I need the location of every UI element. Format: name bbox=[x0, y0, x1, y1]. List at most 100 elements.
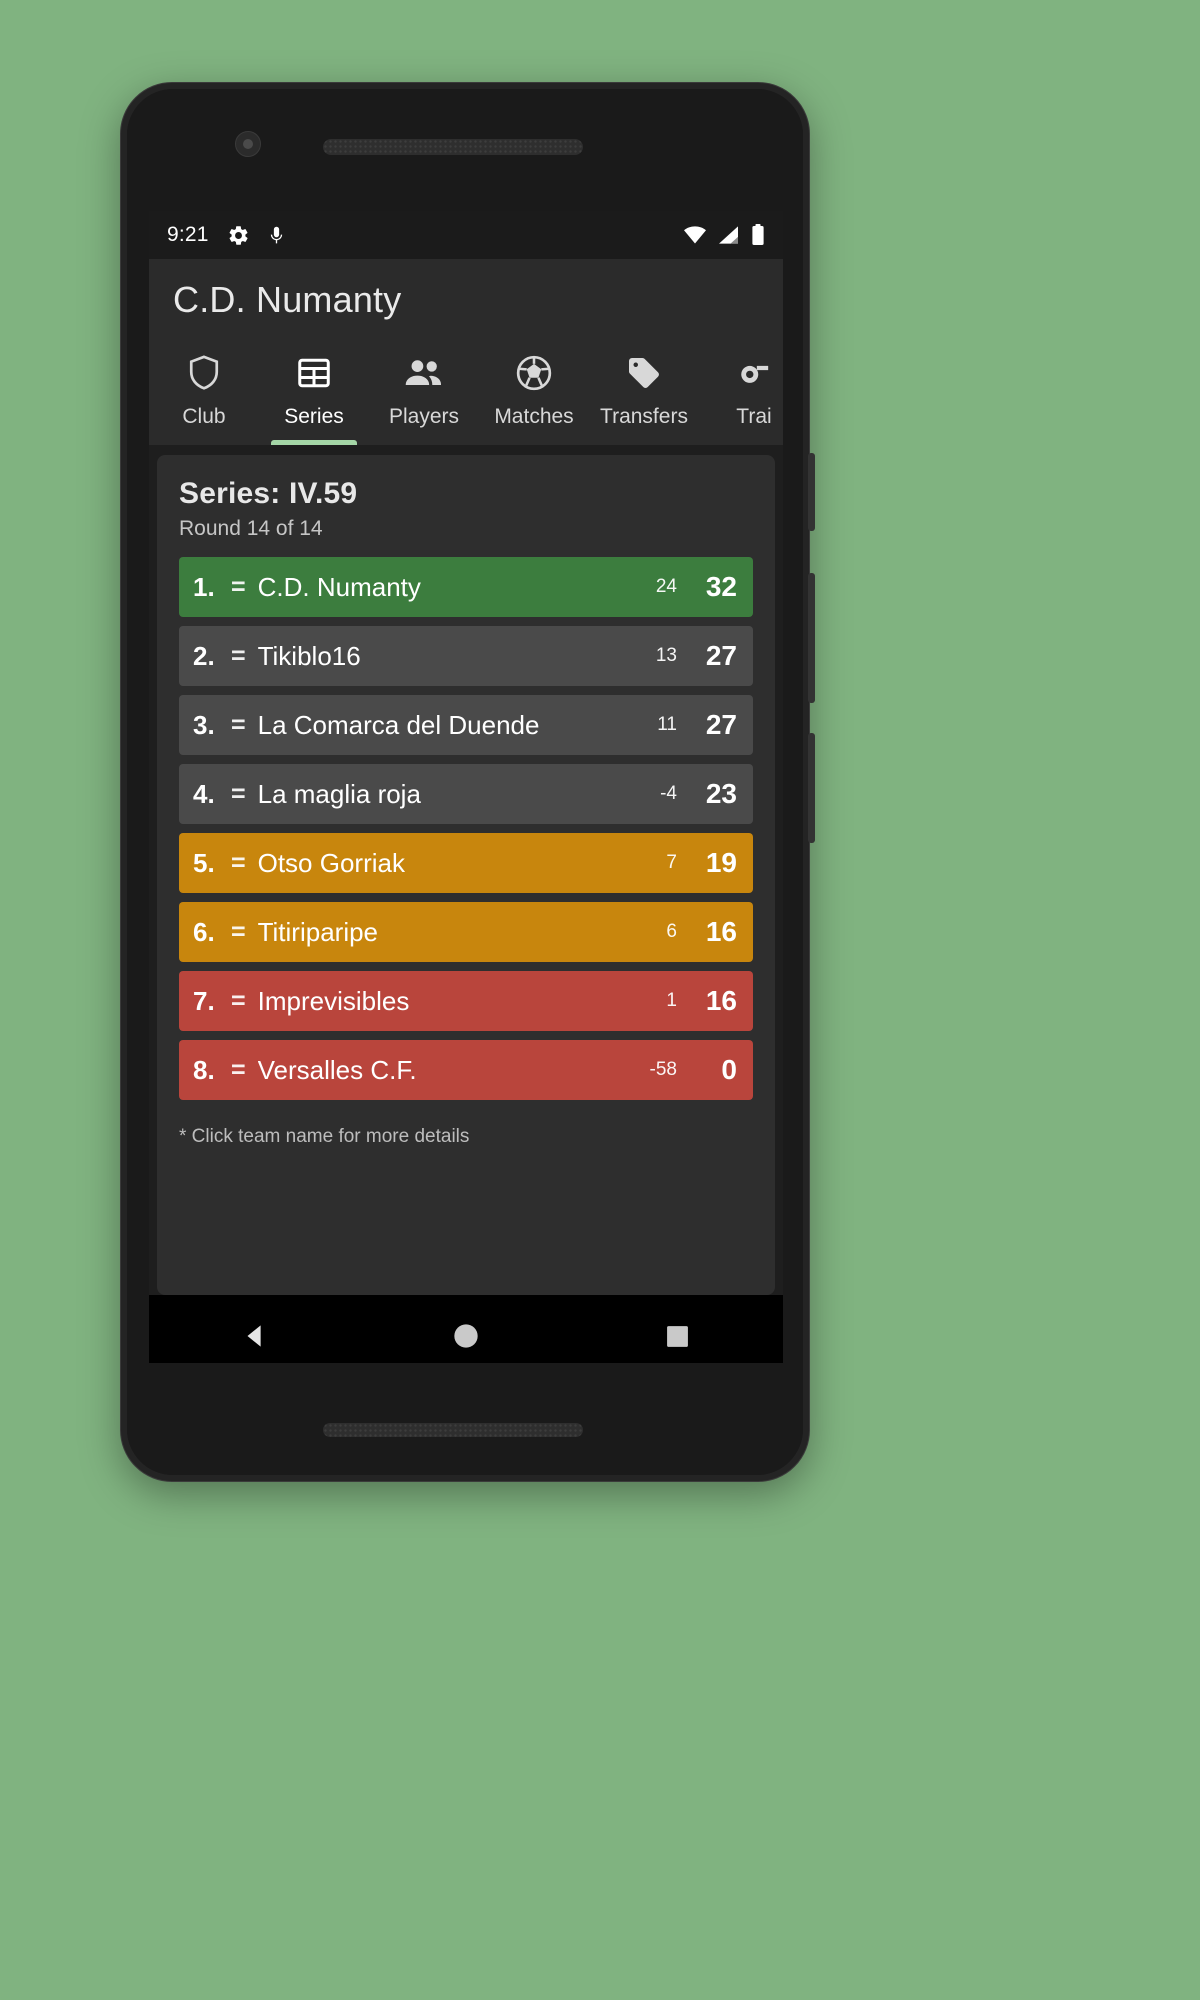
standings-card: Series: IV.59 Round 14 of 14 1. = C.D. Num… bbox=[157, 455, 775, 1295]
tab-players[interactable]: Players bbox=[369, 337, 479, 445]
tab-transfers[interactable]: Transfers bbox=[589, 337, 699, 445]
tab-label-club: Club bbox=[182, 405, 226, 428]
tag-icon bbox=[626, 352, 662, 394]
tab-label-series: Series bbox=[284, 405, 344, 428]
standings-goal-difference: 6 bbox=[666, 921, 677, 942]
microphone-icon bbox=[266, 224, 287, 247]
soccer-ball-icon bbox=[515, 352, 553, 394]
tab-underline-players bbox=[381, 440, 467, 445]
standings-goal-difference: 7 bbox=[666, 852, 677, 873]
tab-label-transfers: Transfers bbox=[600, 405, 688, 428]
standings-points: 16 bbox=[705, 916, 737, 947]
standings-position: 2. bbox=[193, 640, 215, 671]
standings-position: 1. bbox=[193, 571, 215, 602]
standings-goal-difference: 13 bbox=[655, 645, 677, 666]
tab-club[interactable]: Club bbox=[149, 337, 259, 445]
series-round-label: Round 14 of 14 bbox=[179, 517, 323, 540]
position-change-icon: = bbox=[231, 848, 246, 877]
battery-icon bbox=[751, 224, 765, 246]
standings-row[interactable]: 6. = Titiriparipe 6 16 bbox=[179, 902, 753, 962]
standings-row[interactable]: 4. = La maglia roja -4 23 bbox=[179, 764, 753, 824]
standings-position: 4. bbox=[193, 778, 215, 809]
standings-team-name[interactable]: La maglia roja bbox=[258, 779, 660, 810]
standings-row[interactable]: 5. = Otso Gorriak 7 19 bbox=[179, 833, 753, 893]
standings-team-name[interactable]: Tikiblo16 bbox=[258, 641, 656, 672]
gear-icon bbox=[227, 224, 250, 247]
status-bar-system-icons bbox=[683, 224, 765, 246]
tab-label-trainings: Trai bbox=[736, 405, 772, 428]
cellular-signal-icon bbox=[718, 225, 740, 245]
tab-underline-trainings bbox=[711, 440, 783, 445]
standings-goal-difference: 11 bbox=[657, 714, 677, 735]
tab-label-matches: Matches bbox=[494, 405, 574, 428]
position-change-icon: = bbox=[231, 572, 246, 601]
standings-team-name[interactable]: Otso Gorriak bbox=[258, 848, 667, 879]
bottom-bezel bbox=[127, 1363, 803, 1475]
standings-points: 27 bbox=[705, 640, 737, 671]
standings-row[interactable]: 2. = Tikiblo16 13 27 bbox=[179, 626, 753, 686]
standings-points: 32 bbox=[705, 571, 737, 602]
tab-matches[interactable]: Matches bbox=[479, 337, 589, 445]
phone-screen: 9:21 C.D. Numanty Club Series Players Ma… bbox=[149, 211, 783, 1377]
standings-position: 7. bbox=[193, 985, 215, 1016]
bottom-speaker-grille bbox=[323, 1423, 583, 1437]
people-icon bbox=[404, 352, 444, 394]
front-camera-icon bbox=[235, 131, 261, 157]
standings-team-name[interactable]: Imprevisibles bbox=[258, 986, 667, 1017]
status-bar-clock: 9:21 bbox=[167, 223, 209, 246]
position-change-icon: = bbox=[231, 1055, 246, 1084]
app-bar: C.D. Numanty bbox=[149, 259, 783, 337]
standings-points: 0 bbox=[721, 1054, 737, 1085]
standings-list: 1. = C.D. Numanty 24 32 2. = Tikiblo16 13 27 3. = La… bbox=[179, 557, 753, 1100]
earpiece-speaker-grille bbox=[323, 139, 583, 155]
standings-goal-difference: 24 bbox=[655, 576, 677, 597]
status-bar-notification-icons bbox=[227, 224, 287, 247]
tab-underline-transfers bbox=[601, 440, 687, 445]
phone-device: 9:21 C.D. Numanty Club Series Players Ma… bbox=[120, 82, 815, 1482]
standings-footnote: * Click team name for more details bbox=[179, 1126, 470, 1147]
position-change-icon: = bbox=[231, 710, 246, 739]
standings-points: 19 bbox=[705, 847, 737, 878]
standings-position: 5. bbox=[193, 847, 215, 878]
position-change-icon: = bbox=[231, 779, 246, 808]
position-change-icon: = bbox=[231, 986, 246, 1015]
standings-position: 6. bbox=[193, 916, 215, 947]
standings-row[interactable]: 3. = La Comarca del Duende 11 27 bbox=[179, 695, 753, 755]
standings-team-name[interactable]: Versalles C.F. bbox=[258, 1055, 650, 1086]
whistle-icon bbox=[737, 352, 771, 394]
standings-team-name[interactable]: Titiriparipe bbox=[258, 917, 667, 948]
standings-row[interactable]: 7. = Imprevisibles 1 16 bbox=[179, 971, 753, 1031]
volume-up-button[interactable] bbox=[808, 573, 815, 703]
top-bezel bbox=[127, 89, 803, 211]
tab-underline-matches bbox=[491, 440, 577, 445]
series-title: Series: IV.59 bbox=[179, 477, 358, 510]
tab-underline-series bbox=[271, 440, 357, 445]
tab-trainings[interactable]: Trai bbox=[699, 337, 783, 445]
position-change-icon: = bbox=[231, 917, 246, 946]
status-bar: 9:21 bbox=[149, 211, 783, 259]
standings-points: 23 bbox=[705, 778, 737, 809]
phone-body: 9:21 C.D. Numanty Club Series Players Ma… bbox=[127, 89, 803, 1475]
standings-team-name[interactable]: C.D. Numanty bbox=[258, 572, 656, 603]
standings-goal-difference: 1 bbox=[666, 990, 677, 1011]
wifi-icon bbox=[683, 225, 707, 245]
standings-team-name[interactable]: La Comarca del Duende bbox=[258, 710, 658, 741]
volume-down-button[interactable] bbox=[808, 733, 815, 843]
tab-underline-club bbox=[161, 440, 247, 445]
tab-label-players: Players bbox=[388, 405, 460, 428]
standings-position: 8. bbox=[193, 1054, 215, 1085]
screenshot-stage: 9:21 C.D. Numanty Club Series Players Ma… bbox=[0, 0, 1200, 2000]
standings-row[interactable]: 1. = C.D. Numanty 24 32 bbox=[179, 557, 753, 617]
shield-icon bbox=[187, 352, 221, 394]
standings-goal-difference: -58 bbox=[649, 1059, 677, 1080]
standings-position: 3. bbox=[193, 709, 215, 740]
tab-bar[interactable]: Club Series Players Matches Transfers Tr… bbox=[149, 337, 783, 445]
position-change-icon: = bbox=[231, 641, 246, 670]
power-button[interactable] bbox=[808, 453, 815, 531]
standings-points: 27 bbox=[705, 709, 737, 740]
page-title: C.D. Numanty bbox=[173, 279, 402, 320]
standings-row[interactable]: 8. = Versalles C.F. -58 0 bbox=[179, 1040, 753, 1100]
table-grid-icon bbox=[296, 352, 332, 394]
standings-goal-difference: -4 bbox=[660, 783, 677, 804]
tab-series[interactable]: Series bbox=[259, 337, 369, 445]
